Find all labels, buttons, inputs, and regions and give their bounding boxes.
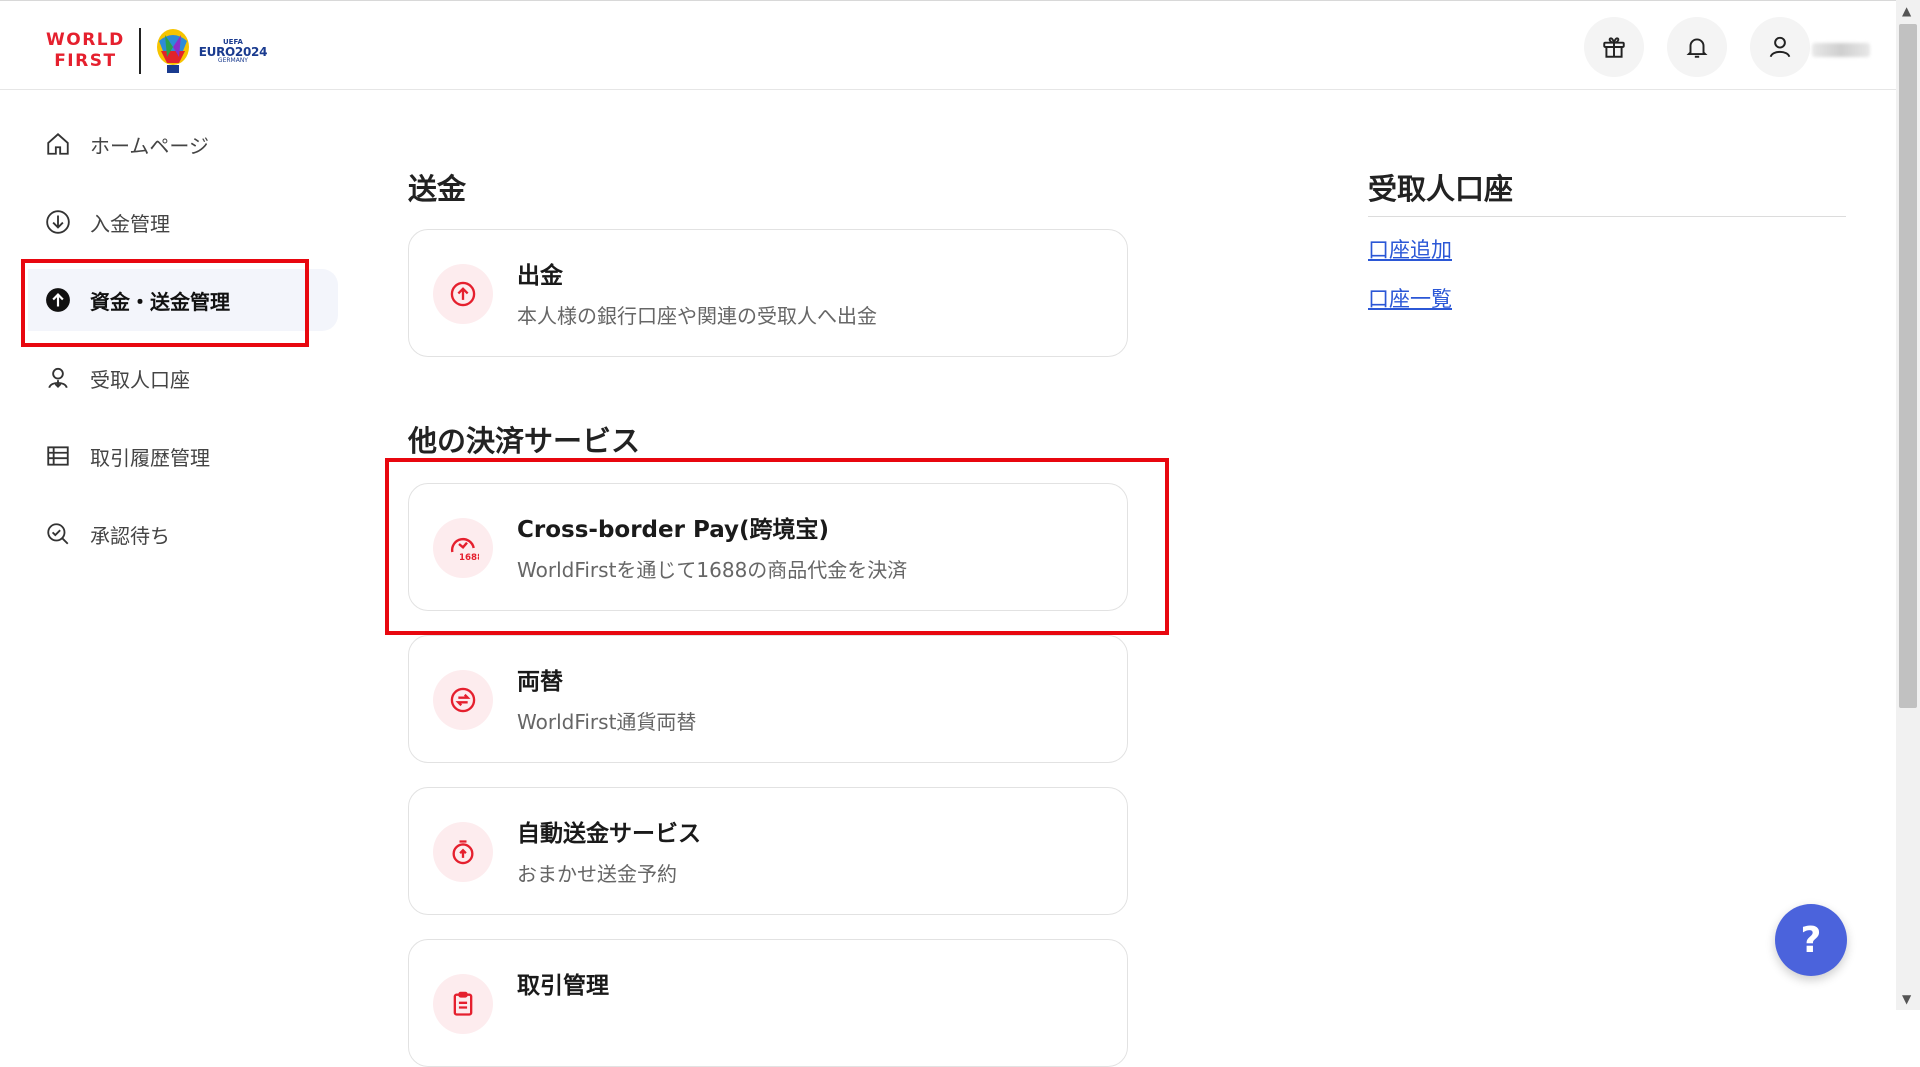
highlight-box-card xyxy=(385,458,1169,635)
card-auto-transfer[interactable]: 自動送金サービス おまかせ送金予約 xyxy=(408,787,1128,915)
card-title: 出金 xyxy=(517,263,563,289)
sidebar-item-recipient[interactable]: 受取人口座 xyxy=(28,347,338,409)
download-circle-icon xyxy=(44,208,72,236)
add-account-link[interactable]: 口座追加 xyxy=(1368,234,1452,264)
gift-icon xyxy=(1603,37,1625,58)
timer-icon xyxy=(433,822,493,882)
scroll-down-icon[interactable]: ▼ xyxy=(1902,992,1911,1006)
sidebar-item-label: 承認待ち xyxy=(90,523,170,548)
logo-divider xyxy=(138,28,141,74)
account-list-link[interactable]: 口座一覧 xyxy=(1368,283,1452,313)
sidebar-item-history[interactable]: 取引履歴管理 xyxy=(28,425,338,487)
sidebar-item-label: ホームページ xyxy=(90,133,209,158)
user-name-blurred[interactable] xyxy=(1812,43,1870,57)
recipient-accounts-title: 受取人口座 xyxy=(1368,172,1514,206)
sidebar-item-home[interactable]: ホームページ xyxy=(28,113,338,175)
section-title-transfer: 送金 xyxy=(408,172,467,206)
clipboard-icon xyxy=(433,974,493,1034)
user-icon xyxy=(1769,36,1791,58)
card-title: 両替 xyxy=(517,669,563,695)
gift-button[interactable] xyxy=(1584,17,1644,77)
recipient-icon xyxy=(44,364,72,392)
card-transaction-management[interactable]: 取引管理 xyxy=(408,939,1128,1067)
card-description: 本人様の銀行口座や関連の受取人へ出金 xyxy=(517,304,877,328)
top-header: WORLD FIRST UEFA EURO2024 GERMANY xyxy=(0,0,1896,90)
section-title-other-services: 他の決済サービス xyxy=(408,424,641,458)
search-check-icon xyxy=(44,520,72,548)
logo[interactable]: WORLD FIRST UEFA EURO2024 GERMANY xyxy=(46,27,267,75)
sidebar-item-label: 受取人口座 xyxy=(90,367,190,392)
table-icon xyxy=(44,442,72,470)
sidebar-item-label: 入金管理 xyxy=(90,211,170,236)
account-button[interactable] xyxy=(1750,17,1810,77)
help-button[interactable]: ? xyxy=(1775,904,1847,976)
exchange-icon xyxy=(433,670,493,730)
card-description: WorldFirst通貨両替 xyxy=(517,710,697,734)
card-title: 自動送金サービス xyxy=(517,821,701,847)
bell-icon xyxy=(1686,38,1708,58)
euro2024-logo: UEFA EURO2024 GERMANY xyxy=(153,27,267,75)
notifications-button[interactable] xyxy=(1667,17,1727,77)
home-icon xyxy=(44,130,72,158)
card-withdraw[interactable]: 出金 本人様の銀行口座や関連の受取人へ出金 xyxy=(408,229,1128,357)
sidebar-item-label: 取引履歴管理 xyxy=(90,445,210,470)
withdraw-icon xyxy=(433,264,493,324)
euro-trophy-icon xyxy=(156,29,189,73)
sidebar-item-deposit[interactable]: 入金管理 xyxy=(28,191,338,253)
scroll-up-icon[interactable]: ▲ xyxy=(1902,4,1911,18)
worldfirst-logo: WORLD FIRST xyxy=(46,30,125,71)
highlight-box-sidebar xyxy=(21,259,309,347)
divider xyxy=(1368,216,1846,217)
card-exchange[interactable]: 両替 WorldFirst通貨両替 xyxy=(408,635,1128,763)
sidebar-item-approvals[interactable]: 承認待ち xyxy=(28,503,338,565)
scrollbar-thumb[interactable] xyxy=(1899,24,1917,708)
card-description: おまかせ送金予約 xyxy=(517,862,677,886)
card-title: 取引管理 xyxy=(517,973,609,999)
